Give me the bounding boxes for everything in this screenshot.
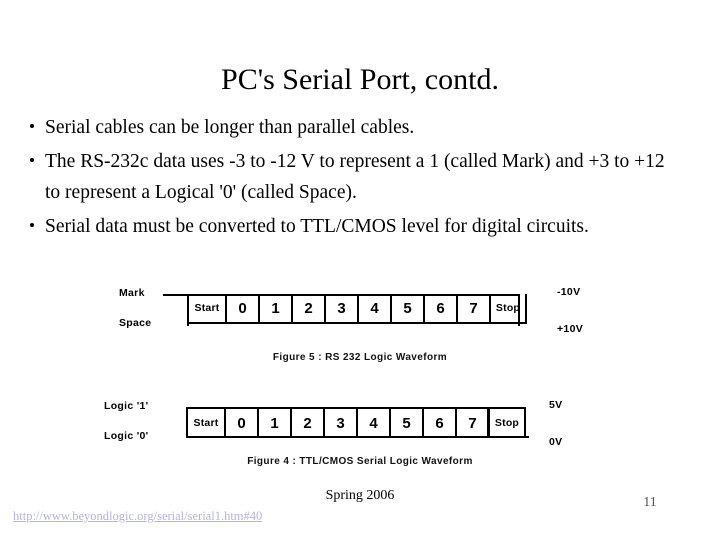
bullet-list: Serial cables can be longer than paralle… [28, 112, 678, 245]
waveform-right-label-top: -10V [557, 286, 581, 298]
list-item-text: The RS-232c data uses -3 to -12 V to rep… [45, 151, 665, 203]
waveform-cell-bit: 4 [357, 294, 390, 322]
waveform-cell-bit: 1 [258, 294, 291, 322]
waveform-right-label-bottom: 0V [549, 436, 563, 448]
bullet-dot-icon [30, 158, 34, 163]
waveform-cell-start: Start [186, 409, 224, 437]
waveform-left-label-top: Logic '1' [104, 400, 149, 412]
waveform-cell-bit: 6 [422, 409, 455, 437]
footer-date: Spring 2006 [325, 488, 395, 503]
waveform-cell-bit: 7 [455, 409, 488, 437]
waveform-cell-bit: 0 [224, 409, 257, 437]
waveform-left-label-bottom: Space [119, 317, 152, 329]
waveform-cell-bit: 0 [225, 294, 258, 322]
waveform-cell-bit: 5 [390, 294, 423, 322]
waveform-left-label-bottom: Logic '0' [104, 430, 149, 442]
bullet-dot-icon [30, 223, 34, 228]
waveform-cell-bit: 2 [290, 409, 323, 437]
waveform-cell-bit: 4 [356, 409, 389, 437]
figure-caption: Figure 4 : TTL/CMOS Serial Logic Wavefor… [247, 456, 473, 467]
waveform-bottom-rail [186, 436, 489, 438]
rs232-waveform-figure: Mark Space -10V +10V Start 0 1 2 3 4 5 6… [0, 286, 720, 346]
page-title: PC's Serial Port, contd. [221, 63, 499, 96]
waveform-bit-cells: Start 0 1 2 3 4 5 6 7 Stop [187, 294, 527, 324]
waveform-cell-start: Start [187, 294, 225, 322]
figure-caption: Figure 5 : RS 232 Logic Waveform [272, 352, 448, 363]
waveform-cell-stop: Stop [488, 409, 526, 437]
waveform-cell-bit: 2 [291, 294, 324, 322]
rs232-waveform-graphic: Mark Space -10V +10V Start 0 1 2 3 4 5 6… [0, 286, 720, 346]
waveform-cell-stop: Stop [489, 294, 527, 322]
waveform-cell-bit: 7 [456, 294, 489, 322]
waveform-bit-cells: Start 0 1 2 3 4 5 6 7 Stop [186, 407, 526, 437]
waveform-cell-bit: 5 [389, 409, 422, 437]
list-item: The RS-232c data uses -3 to -12 V to rep… [28, 146, 678, 208]
list-item: Serial data must be converted to TTL/CMO… [28, 211, 678, 242]
list-item-text: Serial data must be converted to TTL/CMO… [45, 216, 589, 237]
waveform-cell-bit: 3 [324, 294, 357, 322]
ttlcmos-waveform-figure: Logic '1' Logic '0' 5V 0V Start 0 1 2 3 … [0, 390, 720, 450]
waveform-right-label-top: 5V [549, 399, 563, 411]
bullet-dot-icon [30, 124, 34, 129]
ttlcmos-waveform-graphic: Logic '1' Logic '0' 5V 0V Start 0 1 2 3 … [0, 390, 720, 450]
waveform-cell-bit: 6 [423, 294, 456, 322]
page-number: 11 [643, 495, 657, 510]
source-url-link[interactable]: http://www.beyondlogic.org/serial/serial… [13, 509, 262, 524]
waveform-cell-bit: 3 [323, 409, 356, 437]
waveform-idle-rail [487, 436, 529, 438]
waveform-cell-bit: 1 [257, 409, 290, 437]
waveform-right-label-bottom: +10V [557, 323, 584, 335]
waveform-left-label-top: Mark [119, 287, 145, 299]
list-item-text: Serial cables can be longer than paralle… [45, 117, 415, 138]
waveform-stop-edge [487, 407, 489, 438]
list-item: Serial cables can be longer than paralle… [28, 112, 678, 143]
